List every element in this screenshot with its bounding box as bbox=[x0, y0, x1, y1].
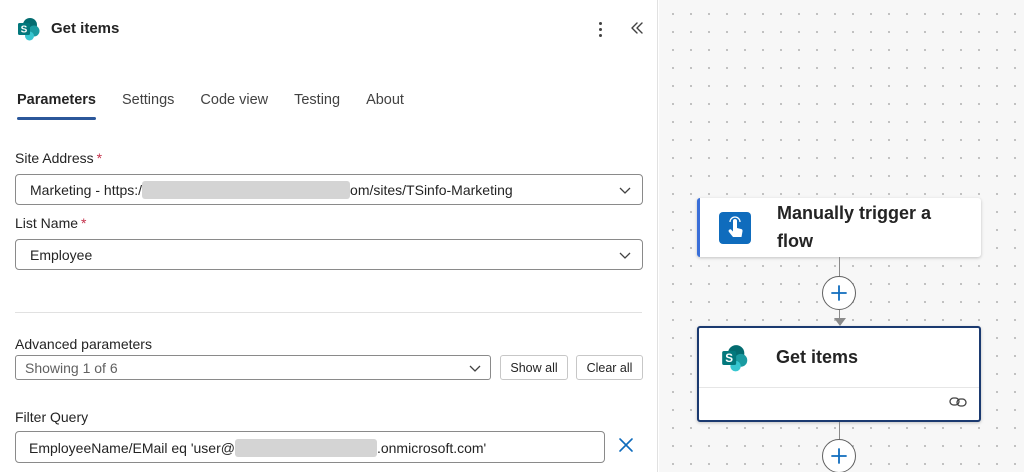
filter-query-input[interactable]: EmployeeName/EMail eq 'user@ .onmicrosoft… bbox=[15, 431, 605, 463]
tab-testing[interactable]: Testing bbox=[294, 90, 340, 120]
tab-code-view[interactable]: Code view bbox=[200, 90, 268, 120]
sharepoint-icon: S bbox=[722, 345, 748, 372]
required-mark: * bbox=[81, 215, 87, 231]
link-icon[interactable] bbox=[949, 395, 967, 409]
chevron-down-icon bbox=[619, 187, 631, 194]
remove-parameter-icon[interactable] bbox=[617, 436, 635, 454]
list-name-label-text: List Name bbox=[15, 215, 79, 231]
filter-query-label: Filter Query bbox=[15, 409, 89, 425]
panel-title: Get items bbox=[51, 20, 120, 37]
panel-header: S Get items bbox=[0, 0, 657, 58]
tab-about[interactable]: About bbox=[366, 90, 404, 120]
arrow-down-icon bbox=[834, 318, 846, 326]
site-address-value: Marketing - https:/ om/sites/TSinfo-Marke… bbox=[30, 181, 513, 200]
advanced-parameters-label: Advanced parameters bbox=[15, 336, 152, 352]
get-items-card[interactable]: S Get items bbox=[697, 326, 981, 422]
advanced-parameters-dropdown[interactable]: Showing 1 of 6 bbox=[15, 355, 491, 380]
plus-icon bbox=[831, 285, 847, 301]
show-all-button[interactable]: Show all bbox=[500, 355, 568, 380]
redacted-block bbox=[142, 181, 351, 200]
add-step-button[interactable] bbox=[822, 439, 856, 472]
card-divider bbox=[699, 387, 979, 388]
list-name-label: List Name * bbox=[15, 215, 86, 231]
get-items-card-title: Get items bbox=[776, 347, 859, 367]
panel-tabs: Parameters Settings Code view Testing Ab… bbox=[17, 90, 430, 124]
connector-line bbox=[839, 257, 840, 277]
required-mark: * bbox=[96, 150, 103, 166]
more-options-icon[interactable] bbox=[590, 18, 610, 40]
filter-query-value: EmployeeName/EMail eq 'user@ .onmicrosoft… bbox=[29, 439, 487, 458]
advanced-parameters-value: Showing 1 of 6 bbox=[25, 360, 118, 376]
site-address-value-prefix: Marketing - https:/ bbox=[30, 182, 143, 198]
collapse-panel-icon[interactable] bbox=[626, 17, 648, 39]
sharepoint-icon: S bbox=[18, 18, 40, 41]
chevron-down-icon bbox=[619, 252, 631, 259]
clear-all-button[interactable]: Clear all bbox=[576, 355, 643, 380]
trigger-card[interactable]: Manually trigger a flow bbox=[697, 198, 981, 257]
touch-trigger-icon bbox=[719, 212, 751, 244]
site-address-dropdown[interactable]: Marketing - https:/ om/sites/TSinfo-Marke… bbox=[15, 174, 643, 205]
filter-query-value-suffix: .onmicrosoft.com' bbox=[376, 440, 487, 456]
trigger-card-title: Manually trigger a flow bbox=[777, 203, 932, 251]
svg-text:S: S bbox=[725, 352, 733, 365]
list-name-dropdown[interactable]: Employee bbox=[15, 239, 643, 270]
tab-settings[interactable]: Settings bbox=[122, 90, 174, 120]
svg-text:S: S bbox=[21, 25, 28, 36]
chevron-down-icon bbox=[469, 365, 481, 372]
list-name-value: Employee bbox=[30, 247, 93, 263]
connector-line bbox=[839, 422, 840, 440]
add-step-button[interactable] bbox=[822, 276, 856, 310]
section-divider bbox=[15, 312, 642, 313]
filter-query-value-prefix: EmployeeName/EMail eq 'user@ bbox=[29, 440, 235, 456]
site-address-label-text: Site Address bbox=[15, 150, 94, 166]
tab-parameters[interactable]: Parameters bbox=[17, 90, 96, 120]
action-config-panel: S Get items Parameters Settings Code vie… bbox=[0, 0, 658, 472]
plus-icon bbox=[831, 448, 847, 464]
site-address-value-suffix: om/sites/TSinfo-Marketing bbox=[350, 182, 513, 198]
flow-canvas[interactable]: Manually trigger a flow S Get items bbox=[659, 0, 1024, 472]
redacted-block bbox=[234, 439, 377, 458]
site-address-label: Site Address * bbox=[15, 150, 102, 166]
